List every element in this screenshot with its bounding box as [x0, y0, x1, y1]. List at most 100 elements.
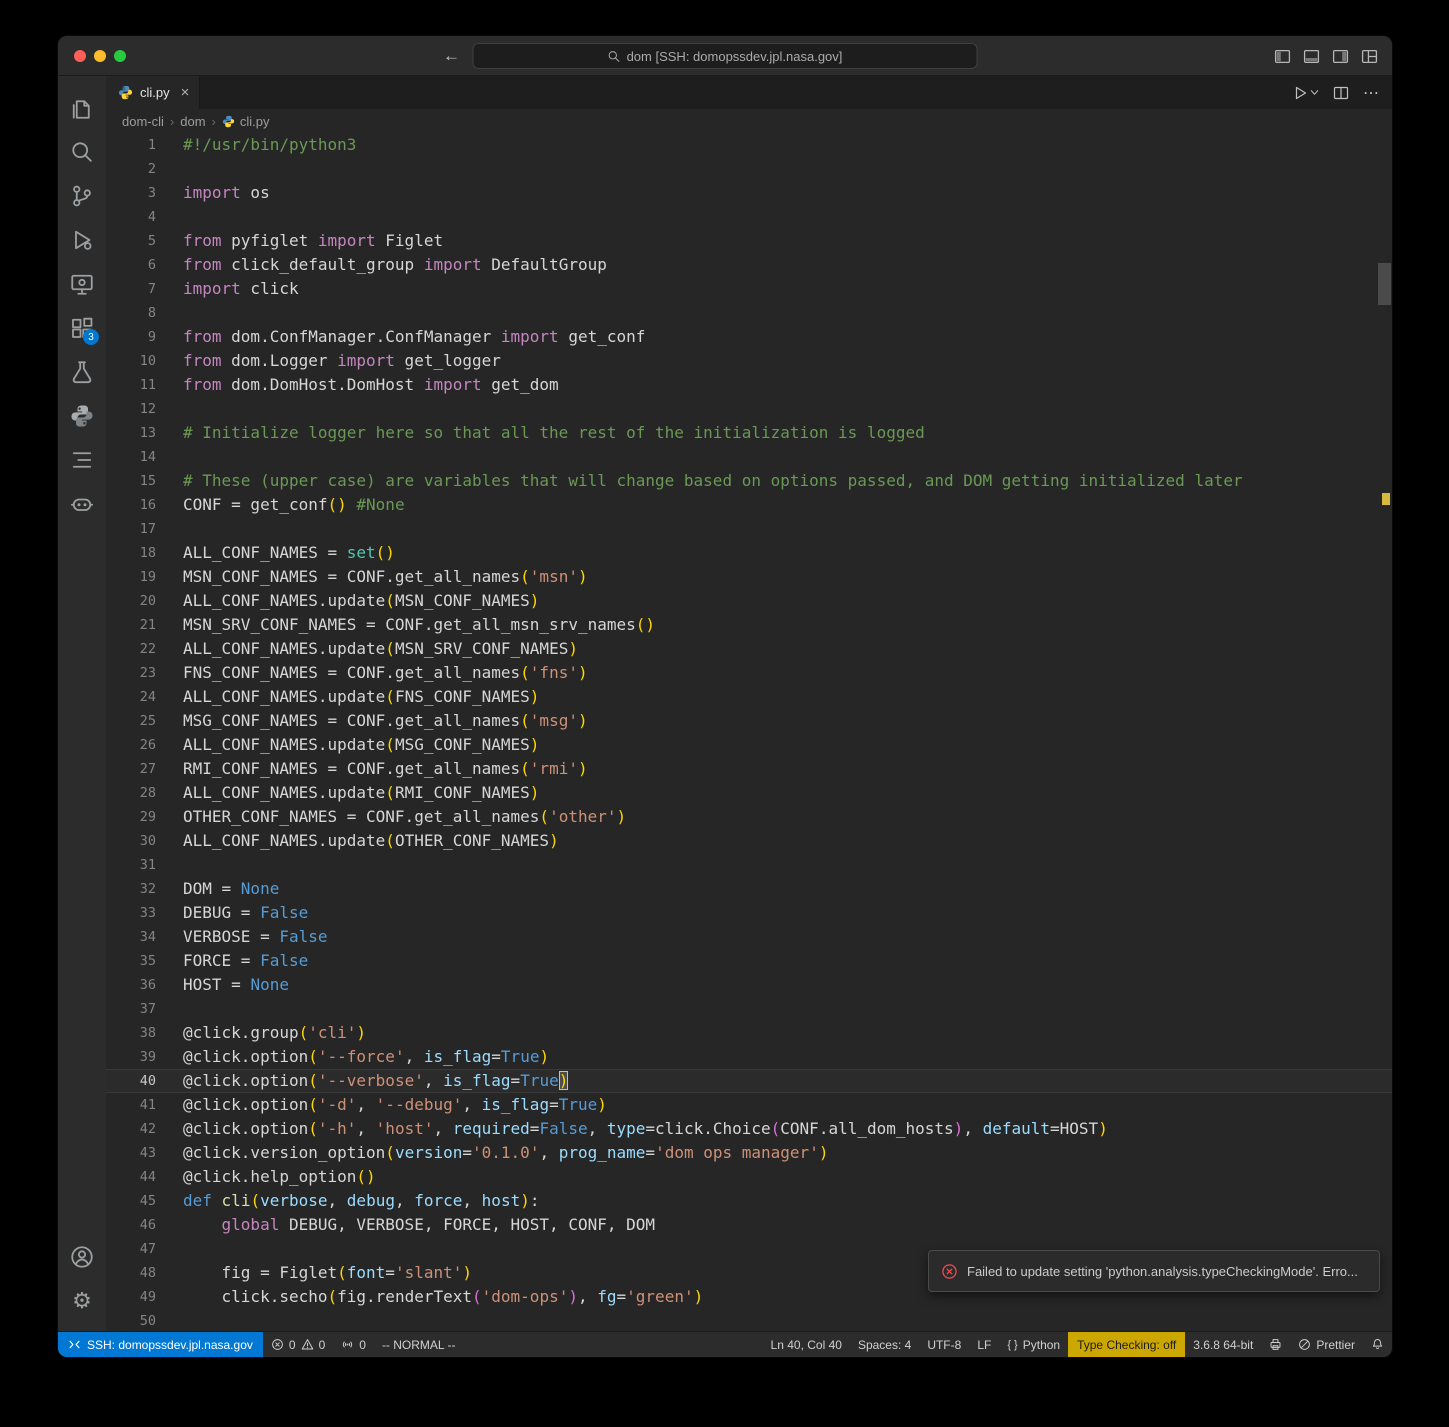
customize-layout-icon[interactable]: [1361, 48, 1378, 65]
code-line-6[interactable]: 6from click_default_group import Default…: [106, 253, 1392, 277]
more-actions-icon[interactable]: ⋯: [1363, 83, 1380, 103]
notifications-button[interactable]: [1363, 1332, 1392, 1357]
line-number: 45: [106, 1189, 156, 1213]
code-line-4[interactable]: 4: [106, 205, 1392, 229]
type-checking-status[interactable]: Type Checking: off: [1068, 1332, 1185, 1357]
breadcrumb-item-project[interactable]: dom-cli: [122, 114, 164, 129]
language-mode-status[interactable]: { } Python: [999, 1332, 1068, 1357]
code-line-36[interactable]: 36HOST = None: [106, 973, 1392, 997]
code-line-22[interactable]: 22ALL_CONF_NAMES.update(MSN_SRV_CONF_NAM…: [106, 637, 1392, 661]
remote-indicator[interactable]: SSH: domopssdev.jpl.nasa.gov: [58, 1332, 263, 1357]
sidebar-item-outline[interactable]: [58, 438, 106, 482]
scrollbar-thumb[interactable]: [1378, 263, 1391, 305]
code-line-40[interactable]: 40@click.option('--verbose', is_flag=Tru…: [106, 1069, 1392, 1093]
code-line-3[interactable]: 3import os: [106, 181, 1392, 205]
printer-status[interactable]: [1261, 1332, 1290, 1357]
code-line-44[interactable]: 44@click.help_option(): [106, 1165, 1392, 1189]
code-line-28[interactable]: 28ALL_CONF_NAMES.update(RMI_CONF_NAMES): [106, 781, 1392, 805]
breadcrumb-item-file[interactable]: cli.py: [222, 114, 270, 129]
code-editor[interactable]: 1#!/usr/bin/python323import os45from pyf…: [106, 133, 1392, 1331]
code-line-46[interactable]: 46 global DEBUG, VERBOSE, FORCE, HOST, C…: [106, 1213, 1392, 1237]
line-content: [156, 157, 183, 181]
python-interpreter-status[interactable]: 3.6.8 64-bit: [1185, 1332, 1261, 1357]
ports-status[interactable]: 0: [333, 1332, 374, 1357]
settings-button[interactable]: ⚙: [58, 1279, 106, 1323]
run-python-file-button[interactable]: [1292, 85, 1319, 101]
code-line-41[interactable]: 41@click.option('-d', '--debug', is_flag…: [106, 1093, 1392, 1117]
indentation-status[interactable]: Spaces: 4: [850, 1332, 919, 1357]
sidebar-item-run-and-debug[interactable]: [58, 218, 106, 262]
code-line-26[interactable]: 26ALL_CONF_NAMES.update(MSG_CONF_NAMES): [106, 733, 1392, 757]
sidebar-item-copilot[interactable]: [58, 482, 106, 526]
code-line-37[interactable]: 37: [106, 997, 1392, 1021]
cursor-position-status[interactable]: Ln 40, Col 40: [763, 1332, 850, 1357]
code-line-18[interactable]: 18ALL_CONF_NAMES = set(): [106, 541, 1392, 565]
breadcrumb-item-folder[interactable]: dom: [180, 114, 205, 129]
line-number: 44: [106, 1165, 156, 1189]
back-button[interactable]: ←: [443, 46, 460, 66]
code-line-39[interactable]: 39@click.option('--force', is_flag=True): [106, 1045, 1392, 1069]
code-line-21[interactable]: 21MSN_SRV_CONF_NAMES = CONF.get_all_msn_…: [106, 613, 1392, 637]
sidebar-item-source-control[interactable]: [58, 174, 106, 218]
line-content: CONF = get_conf() #None: [156, 493, 405, 517]
toggle-sidebar-icon[interactable]: [1274, 48, 1291, 65]
tab-cli-py[interactable]: cli.py ×: [106, 76, 200, 109]
code-line-33[interactable]: 33DEBUG = False: [106, 901, 1392, 925]
split-editor-icon[interactable]: [1333, 85, 1349, 101]
close-window-button[interactable]: [74, 50, 86, 62]
code-line-30[interactable]: 30ALL_CONF_NAMES.update(OTHER_CONF_NAMES…: [106, 829, 1392, 853]
code-line-16[interactable]: 16CONF = get_conf() #None: [106, 493, 1392, 517]
toggle-secondary-sidebar-icon[interactable]: [1332, 48, 1349, 65]
command-center[interactable]: dom [SSH: domopssdev.jpl.nasa.gov]: [473, 43, 978, 69]
code-line-24[interactable]: 24ALL_CONF_NAMES.update(FNS_CONF_NAMES): [106, 685, 1392, 709]
code-line-43[interactable]: 43@click.version_option(version='0.1.0',…: [106, 1141, 1392, 1165]
encoding-status[interactable]: UTF-8: [919, 1332, 969, 1357]
account-button[interactable]: [58, 1235, 106, 1279]
code-line-31[interactable]: 31: [106, 853, 1392, 877]
code-line-23[interactable]: 23FNS_CONF_NAMES = CONF.get_all_names('f…: [106, 661, 1392, 685]
remote-icon: [68, 1338, 81, 1351]
toggle-panel-icon[interactable]: [1303, 48, 1320, 65]
sidebar-item-explorer[interactable]: [58, 86, 106, 130]
code-line-35[interactable]: 35FORCE = False: [106, 949, 1392, 973]
close-tab-icon[interactable]: ×: [181, 84, 190, 101]
code-line-11[interactable]: 11from dom.DomHost.DomHost import get_do…: [106, 373, 1392, 397]
ports-count: 0: [359, 1338, 366, 1352]
code-line-7[interactable]: 7import click: [106, 277, 1392, 301]
eol-status[interactable]: LF: [969, 1332, 999, 1357]
code-line-34[interactable]: 34VERBOSE = False: [106, 925, 1392, 949]
code-line-13[interactable]: 13# Initialize logger here so that all t…: [106, 421, 1392, 445]
sidebar-item-search[interactable]: [58, 130, 106, 174]
code-line-50[interactable]: 50: [106, 1309, 1392, 1331]
maximize-window-button[interactable]: [114, 50, 126, 62]
sidebar-item-testing[interactable]: [58, 350, 106, 394]
code-line-32[interactable]: 32DOM = None: [106, 877, 1392, 901]
code-line-1[interactable]: 1#!/usr/bin/python3: [106, 133, 1392, 157]
code-line-38[interactable]: 38@click.group('cli'): [106, 1021, 1392, 1045]
code-line-10[interactable]: 10from dom.Logger import get_logger: [106, 349, 1392, 373]
notification-toast[interactable]: Failed to update setting 'python.analysi…: [928, 1250, 1380, 1292]
code-line-12[interactable]: 12: [106, 397, 1392, 421]
code-line-14[interactable]: 14: [106, 445, 1392, 469]
problems-status[interactable]: 0 0: [263, 1332, 333, 1357]
line-number: 9: [106, 325, 156, 349]
code-line-27[interactable]: 27RMI_CONF_NAMES = CONF.get_all_names('r…: [106, 757, 1392, 781]
code-line-5[interactable]: 5from pyfiglet import Figlet: [106, 229, 1392, 253]
prettier-status[interactable]: Prettier: [1290, 1332, 1363, 1357]
sidebar-item-extensions[interactable]: 3: [58, 306, 106, 350]
sidebar-item-python[interactable]: [58, 394, 106, 438]
code-line-17[interactable]: 17: [106, 517, 1392, 541]
code-line-15[interactable]: 15# These (upper case) are variables tha…: [106, 469, 1392, 493]
code-line-2[interactable]: 2: [106, 157, 1392, 181]
code-line-19[interactable]: 19MSN_CONF_NAMES = CONF.get_all_names('m…: [106, 565, 1392, 589]
code-line-9[interactable]: 9from dom.ConfManager.ConfManager import…: [106, 325, 1392, 349]
vim-mode-status[interactable]: -- NORMAL --: [374, 1332, 464, 1357]
code-line-8[interactable]: 8: [106, 301, 1392, 325]
sidebar-item-remote-explorer[interactable]: [58, 262, 106, 306]
minimize-window-button[interactable]: [94, 50, 106, 62]
code-line-45[interactable]: 45def cli(verbose, debug, force, host):: [106, 1189, 1392, 1213]
code-line-29[interactable]: 29OTHER_CONF_NAMES = CONF.get_all_names(…: [106, 805, 1392, 829]
code-line-20[interactable]: 20ALL_CONF_NAMES.update(MSN_CONF_NAMES): [106, 589, 1392, 613]
code-line-42[interactable]: 42@click.option('-h', 'host', required=F…: [106, 1117, 1392, 1141]
code-line-25[interactable]: 25MSG_CONF_NAMES = CONF.get_all_names('m…: [106, 709, 1392, 733]
